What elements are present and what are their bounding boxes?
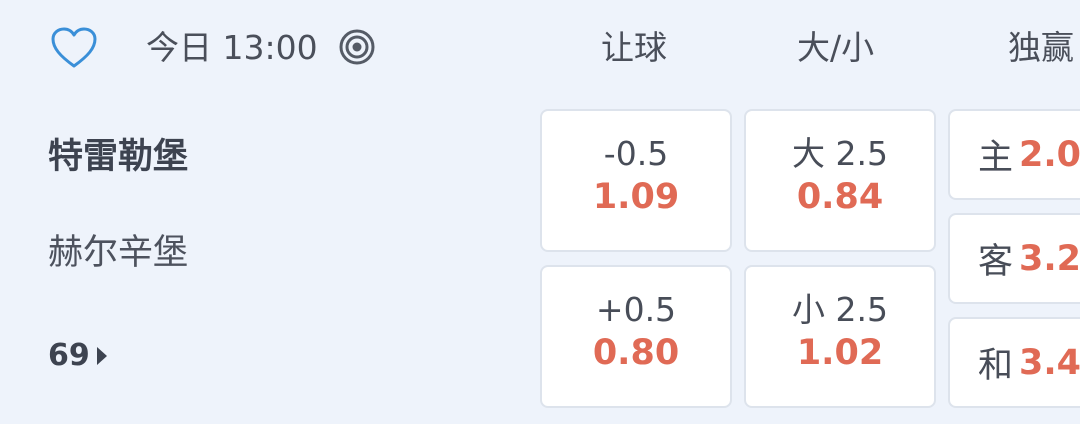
- moneyline-label: 和: [978, 346, 1014, 386]
- away-team-name: 赫尔辛堡: [48, 233, 189, 273]
- triangle-right-icon: [96, 347, 107, 365]
- moneyline-odd: 3.2: [1019, 238, 1080, 279]
- over-odds-button[interactable]: 大 2.5 0.84: [744, 109, 936, 252]
- over-under-line: 大 2.5: [792, 134, 888, 173]
- column-header-moneyline: 独赢: [1008, 28, 1074, 67]
- handicap-line: -0.5: [603, 134, 669, 173]
- home-team-name: 特雷勒堡: [48, 137, 189, 177]
- over-under-odd: 1.02: [796, 333, 884, 373]
- live-target-icon[interactable]: [338, 28, 376, 66]
- moneyline-draw-button[interactable]: 和 3.4: [948, 317, 1080, 408]
- handicap-odd: 0.80: [592, 333, 680, 373]
- column-header-handicap: 让球: [601, 28, 667, 67]
- moneyline-odd: 2.0: [1019, 134, 1080, 175]
- moneyline-odd: 3.4: [1019, 342, 1080, 383]
- moneyline-home-button[interactable]: 主 2.0: [948, 109, 1080, 200]
- moneyline-away-button[interactable]: 客 3.2: [948, 213, 1080, 304]
- favorite-heart-icon[interactable]: [50, 26, 98, 70]
- more-markets-link[interactable]: 69: [48, 336, 108, 376]
- handicap-away-odds-button[interactable]: +0.5 0.80: [540, 265, 732, 408]
- handicap-line: +0.5: [595, 290, 677, 329]
- over-under-line: 小 2.5: [792, 290, 888, 329]
- more-markets-count: 69: [48, 338, 90, 373]
- column-header-over-under: 大/小: [797, 28, 875, 67]
- under-odds-button[interactable]: 小 2.5 1.02: [744, 265, 936, 408]
- match-time: 今日 13:00: [146, 28, 318, 67]
- moneyline-label: 主: [978, 138, 1014, 178]
- handicap-home-odds-button[interactable]: -0.5 1.09: [540, 109, 732, 252]
- handicap-odd: 1.09: [592, 177, 680, 217]
- moneyline-label: 客: [978, 242, 1014, 282]
- over-under-odd: 0.84: [796, 177, 884, 217]
